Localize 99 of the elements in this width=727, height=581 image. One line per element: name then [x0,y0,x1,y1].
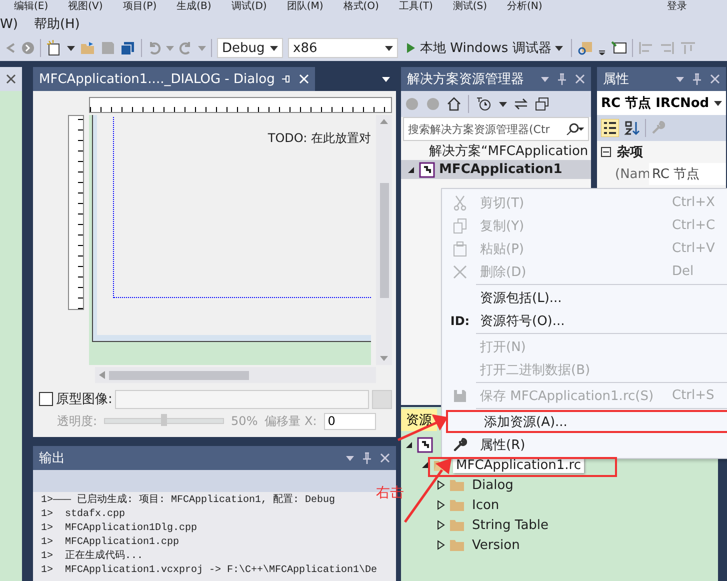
horizontal-scrollbar[interactable] [95,367,376,383]
undo-icon[interactable] [147,41,161,55]
open-folder-icon[interactable] [80,41,96,55]
expanded-arrow-icon[interactable] [421,461,429,469]
panel-tab[interactable]: 资源 [401,409,437,431]
collapsed-arrow-icon[interactable] [437,500,445,510]
menu-item[interactable]: 团队(M) [286,0,324,13]
panel-title: 属性 [603,71,629,88]
sort-icon[interactable] [624,120,640,136]
redo-icon[interactable] [179,41,193,55]
search-field[interactable]: 搜索解决方案资源管理器(Ctr [403,117,589,141]
window-icon[interactable] [611,41,628,55]
menu-item[interactable]: 项目(P) [122,0,157,13]
panel-title: 输出 [39,450,65,467]
pin-icon[interactable] [362,452,372,464]
menu-item[interactable]: 视图(V) [68,0,103,13]
find-icon[interactable] [577,40,594,56]
caret-icon [714,100,722,106]
menu-item[interactable]: 属性(R) [442,433,727,456]
id-glyph: ID: [450,314,470,328]
menu-item[interactable]: W) [0,16,18,32]
new-item-icon[interactable] [46,40,62,56]
offset-label: 偏移量 X: [264,412,317,430]
menu-item[interactable]: 格式(O) [343,0,379,13]
save-all-icon[interactable] [120,41,136,55]
output-line: 1> MFCApplication1.cpp [41,536,180,550]
caret-icon [270,46,278,50]
pin-icon[interactable] [557,73,567,85]
output-line: 1> stdafx.cpp [41,508,126,522]
object-dropdown[interactable]: RC 节点 IRCNod [597,91,726,115]
collapsed-arrow-icon[interactable] [437,520,445,530]
offset-field[interactable]: 0 [324,412,376,430]
run-button[interactable]: 本地 Windows 调试器 [403,39,566,57]
menu-item[interactable]: 帮助(H) [34,15,80,33]
scrollbar-thumb[interactable] [380,182,388,298]
history-icon[interactable] [476,97,492,111]
menu-item[interactable]: 编辑(E) [14,0,48,13]
tree-item[interactable]: Dialog [469,478,516,492]
home-icon[interactable] [447,97,461,111]
slider-thumb[interactable] [161,414,168,426]
play-icon [406,42,416,54]
menu-item[interactable]: 资源包括(L)... [442,286,727,309]
windows-icon[interactable] [535,97,549,111]
menu-item[interactable]: 分析(N) [507,0,542,13]
tree-item[interactable]: 解决方案“MFCApplication [429,142,588,160]
sign-in-link[interactable]: 登录 [667,0,687,13]
property-value[interactable]: RC 节点 [649,163,726,185]
expanded-arrow-icon[interactable] [405,441,413,449]
dropdown-icon[interactable] [382,76,390,82]
panel-title: 解决方案资源管理器 [407,71,524,88]
output-line: 1> MFCApplication1.vcxproj -> F:\C++\MFCApplication1\De [41,564,378,578]
category-label: 杂项 [617,144,643,161]
dropdown-icon[interactable] [67,46,75,50]
tree-item[interactable]: Version [469,538,523,552]
scroll-down-icon[interactable] [380,356,388,361]
scroll-left-icon[interactable] [99,371,105,379]
project-icon [417,437,433,453]
menu-item[interactable]: 调试(D) [231,0,267,13]
dialog-form[interactable]: TODO: 在此放置对 [93,115,371,341]
dropdown-icon[interactable] [499,102,507,106]
tree-item[interactable]: String Table [469,518,552,532]
wrench-icon[interactable] [453,438,467,452]
folder-icon [449,478,465,492]
folder-icon [449,498,465,512]
property-name: (Nam [614,166,649,182]
checkbox[interactable] [39,392,53,406]
output-line: 1> 正在生成代码... [41,550,144,564]
caret-icon [385,46,393,50]
vertical-scrollbar[interactable] [376,115,392,365]
platform-dropdown[interactable]: x86 [288,38,398,58]
scroll-up-icon[interactable] [380,119,388,124]
close-icon[interactable] [6,74,16,84]
output-line: 1> MFCApplication1Dlg.cpp [41,522,198,536]
menu-item[interactable]: 生成(B) [176,0,212,13]
project-icon [419,162,435,178]
collapsed-arrow-icon[interactable] [437,480,445,490]
scrollbar-thumb[interactable] [109,370,249,380]
search-icon[interactable] [566,123,584,135]
collapse-icon[interactable] [601,147,611,157]
caret-icon [555,46,564,50]
tree-item[interactable]: Icon [469,498,502,512]
menu-item[interactable]: ID: 资源符号(O)... [442,309,727,332]
pin-icon[interactable] [692,73,702,85]
categorized-icon[interactable] [601,119,619,137]
menu-item[interactable]: 测试(S) [452,0,488,13]
configuration-dropdown[interactable]: Debug [217,38,283,58]
checkbox-label: 原型图像: [56,391,112,408]
sync-icon[interactable] [514,98,528,110]
opacity-reading: 50% [231,414,258,428]
static-text[interactable]: TODO: 在此放置对 [268,130,371,147]
folder-icon [449,518,465,532]
output-line: 1>——— 已启动生成: 项目: MFCApplication1, 配置: Debug [41,494,336,508]
expanded-arrow-icon[interactable] [407,166,415,174]
image-path-field[interactable] [115,390,369,408]
menu-item[interactable]: 工具(T) [398,0,433,13]
menu-item[interactable]: 添加资源(A)... [446,410,727,433]
collapsed-arrow-icon[interactable] [437,540,445,550]
opacity-label: 透明度: [57,412,98,430]
folder-icon [449,538,465,552]
